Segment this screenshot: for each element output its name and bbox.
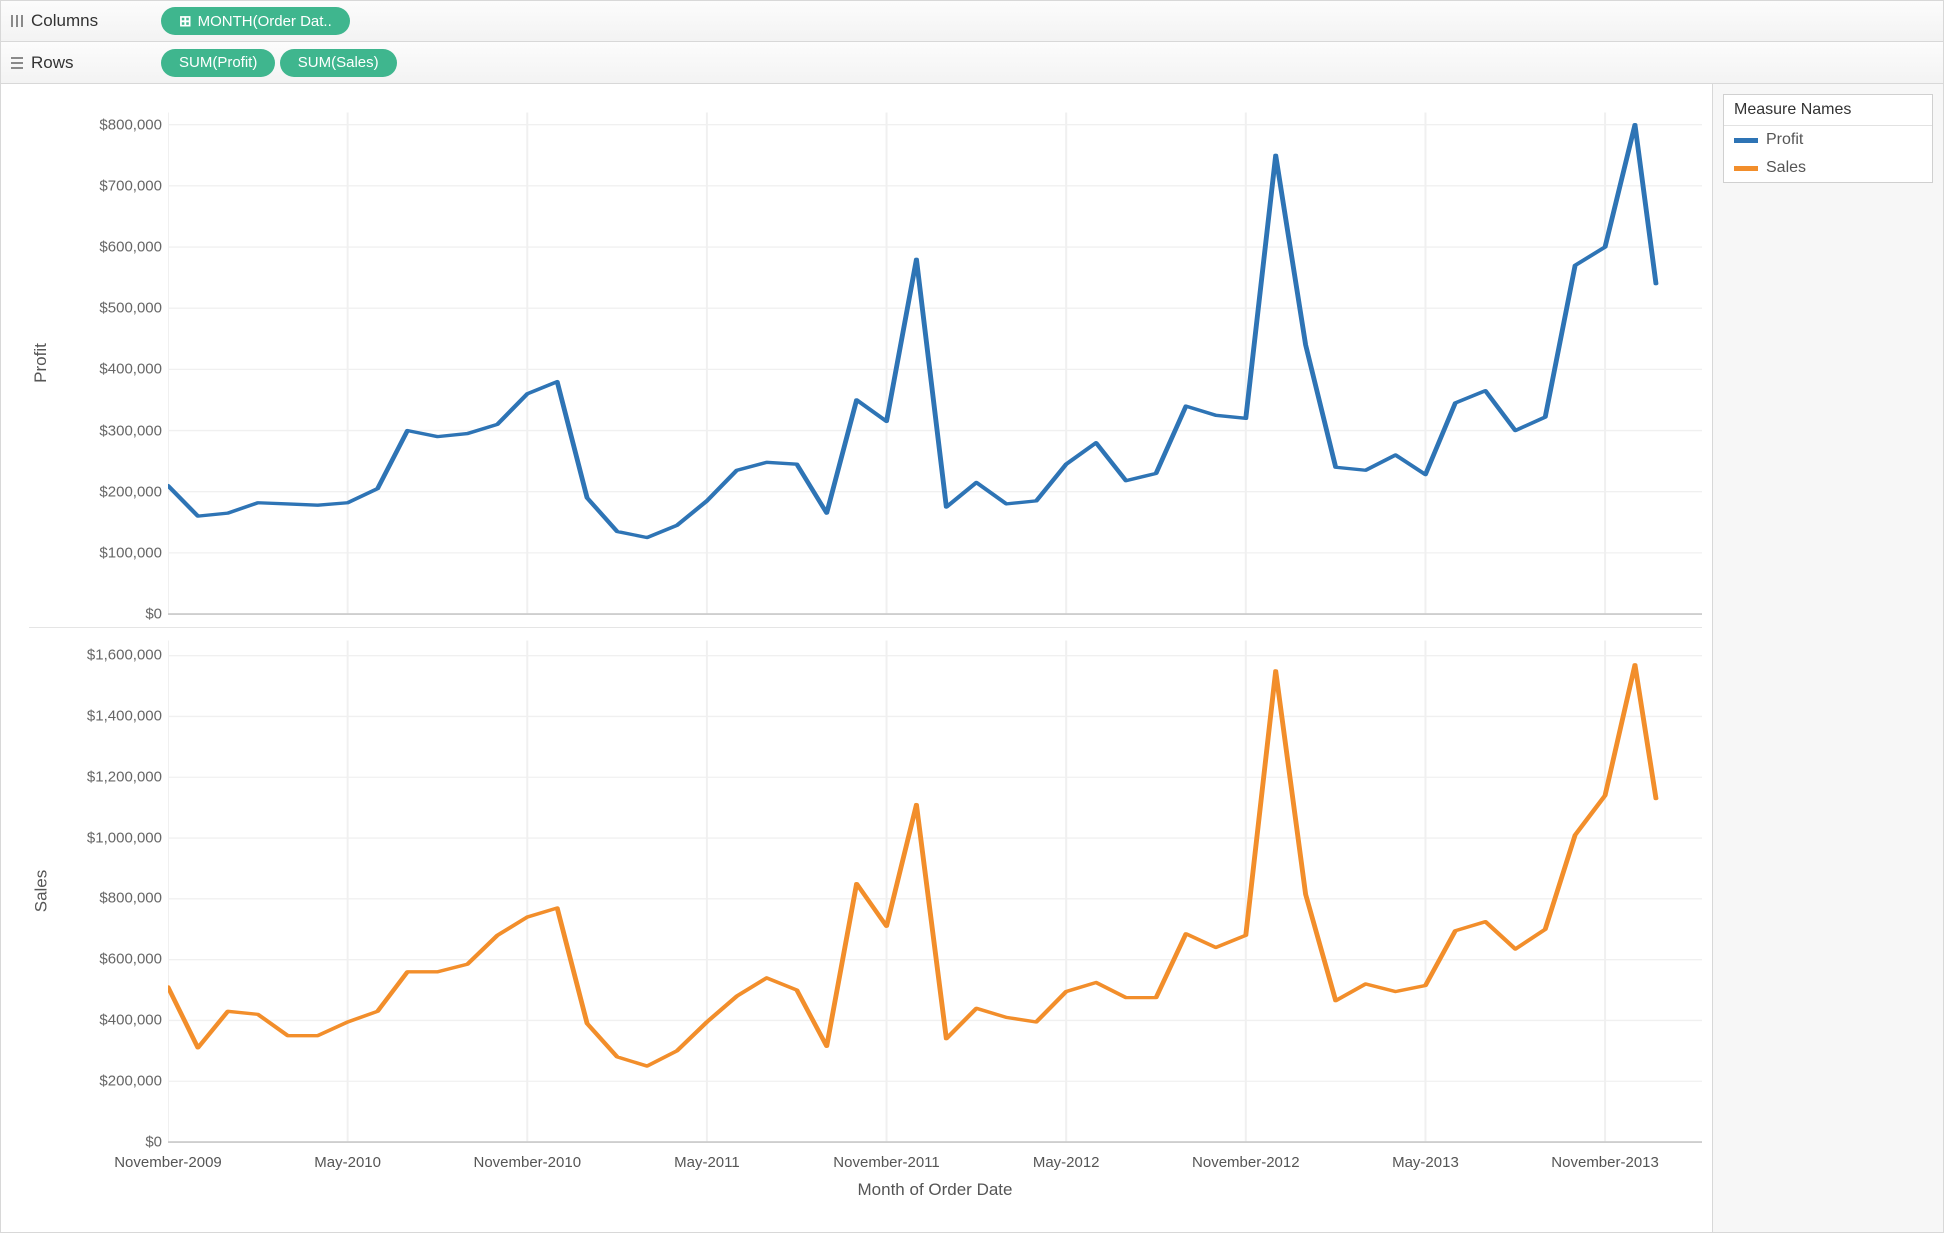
profit-chart: Profit $0 $100,000 $200,000 $300,000 $400,00… — [29, 102, 1702, 625]
series-profit[interactable] — [168, 125, 1656, 538]
viz-area[interactable]: Profit $0 $100,000 $200,000 $300,000 $400,00… — [1, 84, 1713, 1232]
x-tick-label: May-2011 — [674, 1154, 740, 1171]
y-tick-label: $200,000 — [99, 483, 162, 500]
y-tick-label: $1,400,000 — [87, 707, 162, 724]
rows-label-text: Rows — [31, 53, 74, 73]
columns-icon — [9, 13, 25, 29]
y-tick-label: $0 — [145, 606, 162, 623]
columns-shelf[interactable]: Columns ⊞ MONTH(Order Dat.. — [0, 0, 1944, 42]
legend-item-profit[interactable]: Profit — [1724, 126, 1932, 154]
profit-y-ticks: $0 $100,000 $200,000 $300,000 $400,000 $500,0… — [53, 102, 168, 625]
x-tick-label: November-2009 — [114, 1154, 222, 1171]
x-ticks: November-2009May-2010November-2010May-20… — [168, 1152, 1702, 1180]
pill-sum-sales-[interactable]: SUM(Sales) — [280, 49, 397, 77]
legend-swatch — [1734, 138, 1758, 143]
rows-pills: SUM(Profit) SUM(Sales) — [161, 49, 397, 77]
y-tick-label: $600,000 — [99, 239, 162, 256]
legend-label: Profit — [1766, 131, 1803, 149]
y-tick-label: $600,000 — [99, 951, 162, 968]
legend-title: Measure Names — [1724, 95, 1932, 126]
y-tick-label: $400,000 — [99, 361, 162, 378]
main-area: Profit $0 $100,000 $200,000 $300,000 $400,00… — [0, 84, 1944, 1233]
profit-axis-title: Profit — [29, 102, 53, 625]
y-tick-label: $1,600,000 — [87, 647, 162, 664]
y-tick-label: $800,000 — [99, 116, 162, 133]
x-axis-title: Month of Order Date — [168, 1180, 1702, 1200]
legend-panel: Measure Names Profit Sales — [1713, 84, 1943, 1232]
columns-pills: ⊞ MONTH(Order Dat.. — [161, 7, 350, 35]
x-tick-label: May-2013 — [1392, 1154, 1459, 1171]
chart-stack: Profit $0 $100,000 $200,000 $300,000 $400,00… — [29, 102, 1702, 1152]
y-tick-label: $1,000,000 — [87, 829, 162, 846]
legend-label: Sales — [1766, 159, 1806, 177]
x-axis: November-2009 May-2010 November-2010 May-20… — [29, 1152, 1702, 1222]
expand-icon: ⊞ — [179, 12, 192, 30]
y-tick-label: $200,000 — [99, 1072, 162, 1089]
rows-shelf-label: Rows — [9, 53, 149, 73]
y-tick-label: $500,000 — [99, 300, 162, 317]
legend-item-sales[interactable]: Sales — [1724, 154, 1932, 182]
y-tick-label: $300,000 — [99, 422, 162, 439]
sales-axis-title: Sales — [29, 630, 53, 1153]
y-tick-label: $1,200,000 — [87, 768, 162, 785]
rows-shelf[interactable]: Rows SUM(Profit) SUM(Sales) — [0, 42, 1944, 84]
x-tick-label: November-2012 — [1192, 1154, 1300, 1171]
pill-label: SUM(Profit) — [179, 54, 257, 71]
columns-shelf-label: Columns — [9, 11, 149, 31]
y-tick-label: $800,000 — [99, 890, 162, 907]
measure-names-legend[interactable]: Measure Names Profit Sales — [1723, 94, 1933, 183]
legend-swatch — [1734, 166, 1758, 171]
pill-sum-profit-[interactable]: SUM(Profit) — [161, 49, 275, 77]
sales-y-ticks: $0 $200,000 $400,000 $600,000 $800,000 $1,000… — [53, 630, 168, 1153]
profit-plot[interactable] — [168, 102, 1702, 625]
y-tick-label: $0 — [145, 1133, 162, 1150]
pill-month-order-dat-[interactable]: ⊞ MONTH(Order Dat.. — [161, 7, 350, 35]
rows-icon — [9, 55, 25, 71]
pill-label: MONTH(Order Dat.. — [198, 13, 332, 30]
x-tick-label: May-2010 — [314, 1154, 381, 1171]
y-tick-label: $100,000 — [99, 544, 162, 561]
x-tick-label: November-2010 — [473, 1154, 581, 1171]
sales-chart: Sales $0 $200,000 $400,000 $600,000 $800,000… — [29, 627, 1702, 1153]
y-tick-label: $700,000 — [99, 177, 162, 194]
pill-label: SUM(Sales) — [298, 54, 379, 71]
x-tick-label: May-2012 — [1033, 1154, 1100, 1171]
columns-label-text: Columns — [31, 11, 98, 31]
y-tick-label: $400,000 — [99, 1011, 162, 1028]
x-tick-label: November-2013 — [1551, 1154, 1659, 1171]
series-sales[interactable] — [168, 664, 1656, 1065]
sales-plot[interactable] — [168, 630, 1702, 1153]
x-tick-label: November-2011 — [833, 1154, 939, 1171]
